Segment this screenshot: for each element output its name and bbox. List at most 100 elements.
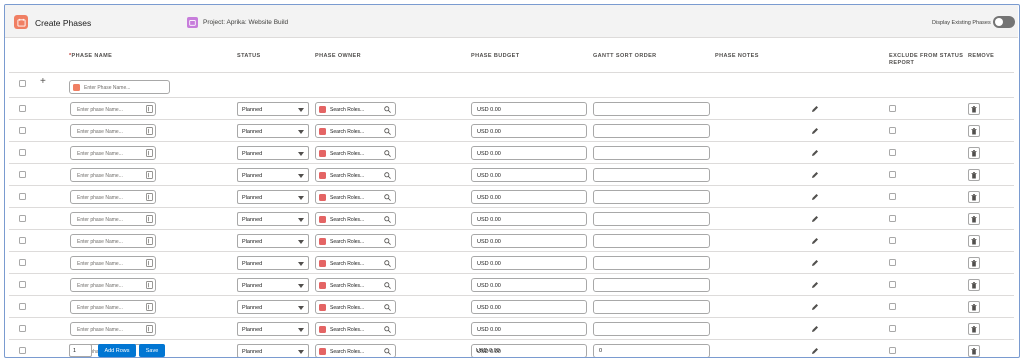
exclude-from-status-checkbox[interactable]: [889, 215, 896, 222]
remove-row-button[interactable]: [968, 257, 980, 269]
pencil-icon[interactable]: [811, 325, 819, 333]
status-select[interactable]: Planned: [237, 300, 309, 314]
phase-name-input[interactable]: Enter phase Name...: [70, 124, 156, 138]
pencil-icon[interactable]: [811, 259, 819, 267]
phase-name-input[interactable]: Enter phase Name...: [70, 168, 156, 182]
status-select[interactable]: Planned: [237, 278, 309, 292]
phase-budget-input[interactable]: USD 0.00: [471, 190, 587, 204]
phase-owner-lookup[interactable]: Search Roles...: [315, 102, 396, 116]
status-select[interactable]: Planned: [237, 322, 309, 336]
row-select-checkbox[interactable]: [19, 105, 26, 112]
phase-name-input[interactable]: Enter phase Name...: [70, 300, 156, 314]
status-select[interactable]: Planned: [237, 146, 309, 160]
remove-row-button[interactable]: [968, 191, 980, 203]
pencil-icon[interactable]: [811, 215, 819, 223]
exclude-from-status-checkbox[interactable]: [889, 171, 896, 178]
status-select[interactable]: Planned: [237, 168, 309, 182]
phase-owner-lookup[interactable]: Search Roles...: [315, 278, 396, 292]
phase-owner-lookup[interactable]: Search Roles...: [315, 234, 396, 248]
remove-row-button[interactable]: [968, 345, 980, 357]
phase-name-input[interactable]: Enter phase Name...: [70, 212, 156, 226]
row-select-checkbox[interactable]: [19, 127, 26, 134]
pencil-icon[interactable]: [811, 303, 819, 311]
exclude-from-status-checkbox[interactable]: [889, 105, 896, 112]
remove-row-button[interactable]: [968, 235, 980, 247]
pencil-icon[interactable]: [811, 149, 819, 157]
pencil-icon[interactable]: [811, 127, 819, 135]
row-select-checkbox[interactable]: [19, 325, 26, 332]
phase-owner-lookup[interactable]: Search Roles...: [315, 190, 396, 204]
status-select[interactable]: Planned: [237, 344, 309, 357]
phase-owner-lookup[interactable]: Search Roles...: [315, 322, 396, 336]
rows-to-add-input[interactable]: 1: [69, 344, 92, 357]
gantt-sort-order-input[interactable]: [593, 124, 710, 138]
add-phase-icon[interactable]: +: [40, 77, 46, 87]
save-button[interactable]: Save: [139, 344, 165, 357]
phase-name-input[interactable]: Enter phase Name...: [70, 190, 156, 204]
pencil-icon[interactable]: [811, 237, 819, 245]
phase-budget-input[interactable]: USD 0.00: [471, 256, 587, 270]
phase-budget-input[interactable]: USD 0.00: [471, 212, 587, 226]
pencil-icon[interactable]: [811, 281, 819, 289]
exclude-from-status-checkbox[interactable]: [889, 127, 896, 134]
phase-owner-lookup[interactable]: Search Roles...: [315, 300, 396, 314]
phase-budget-input[interactable]: USD 0.00: [471, 124, 587, 138]
gantt-sort-order-input[interactable]: [593, 256, 710, 270]
remove-row-button[interactable]: [968, 301, 980, 313]
gantt-sort-order-input[interactable]: [593, 322, 710, 336]
row-select-checkbox[interactable]: [19, 215, 26, 222]
row-select-checkbox[interactable]: [19, 259, 26, 266]
remove-row-button[interactable]: [968, 169, 980, 181]
status-select[interactable]: Planned: [237, 102, 309, 116]
exclude-from-status-checkbox[interactable]: [889, 237, 896, 244]
phase-budget-input[interactable]: USD 0.00: [471, 322, 587, 336]
exclude-from-status-checkbox[interactable]: [889, 325, 896, 332]
gantt-sort-order-input[interactable]: [593, 300, 710, 314]
status-select[interactable]: Planned: [237, 124, 309, 138]
pencil-icon[interactable]: [811, 171, 819, 179]
gantt-sort-order-input[interactable]: [593, 168, 710, 182]
pencil-icon[interactable]: [811, 347, 819, 355]
remove-row-button[interactable]: [968, 147, 980, 159]
phase-name-input[interactable]: Enter phase Name...: [70, 102, 156, 116]
remove-row-button[interactable]: [968, 323, 980, 335]
exclude-from-status-checkbox[interactable]: [889, 281, 896, 288]
phase-owner-lookup[interactable]: Search Roles...: [315, 168, 396, 182]
gantt-sort-order-input[interactable]: [593, 190, 710, 204]
exclude-from-status-checkbox[interactable]: [889, 303, 896, 310]
phase-owner-lookup[interactable]: Search Roles...: [315, 146, 396, 160]
phase-name-input[interactable]: Enter phase Name...: [70, 256, 156, 270]
remove-row-button[interactable]: [968, 213, 980, 225]
phase-name-input[interactable]: Enter phase Name...: [70, 234, 156, 248]
status-select[interactable]: Planned: [237, 234, 309, 248]
phase-owner-lookup[interactable]: Search Roles...: [315, 256, 396, 270]
row-select-checkbox[interactable]: [19, 171, 26, 178]
pencil-icon[interactable]: [811, 105, 819, 113]
exclude-from-status-checkbox[interactable]: [889, 193, 896, 200]
gantt-sort-order-input[interactable]: [593, 212, 710, 226]
exclude-from-status-checkbox[interactable]: [889, 259, 896, 266]
select-all-checkbox[interactable]: [19, 80, 26, 87]
phase-budget-input[interactable]: USD 0.00: [471, 278, 587, 292]
phase-budget-input[interactable]: USD 0.00: [471, 234, 587, 248]
phase-owner-lookup[interactable]: Search Roles...: [315, 212, 396, 226]
phase-name-input[interactable]: Enter phase Name...: [70, 322, 156, 336]
gantt-sort-order-input[interactable]: [593, 234, 710, 248]
phase-name-input[interactable]: Enter phase Name...: [70, 278, 156, 292]
row-select-checkbox[interactable]: [19, 149, 26, 156]
new-phase-name-input[interactable]: Enter Phase Name...: [69, 80, 170, 94]
remove-row-button[interactable]: [968, 103, 980, 115]
phase-budget-input[interactable]: USD 0.00: [471, 300, 587, 314]
phase-name-input[interactable]: Enter phase Name...: [70, 146, 156, 160]
row-select-checkbox[interactable]: [19, 303, 26, 310]
gantt-sort-order-input[interactable]: [593, 344, 710, 357]
pencil-icon[interactable]: [811, 193, 819, 201]
phase-owner-lookup[interactable]: Search Roles...: [315, 124, 396, 138]
display-existing-toggle[interactable]: [993, 16, 1015, 28]
phase-budget-input[interactable]: USD 0.00: [471, 146, 587, 160]
gantt-sort-order-input[interactable]: [593, 102, 710, 116]
phase-budget-input[interactable]: USD 0.00: [471, 102, 587, 116]
status-select[interactable]: Planned: [237, 256, 309, 270]
remove-row-button[interactable]: [968, 125, 980, 137]
remove-row-button[interactable]: [968, 279, 980, 291]
